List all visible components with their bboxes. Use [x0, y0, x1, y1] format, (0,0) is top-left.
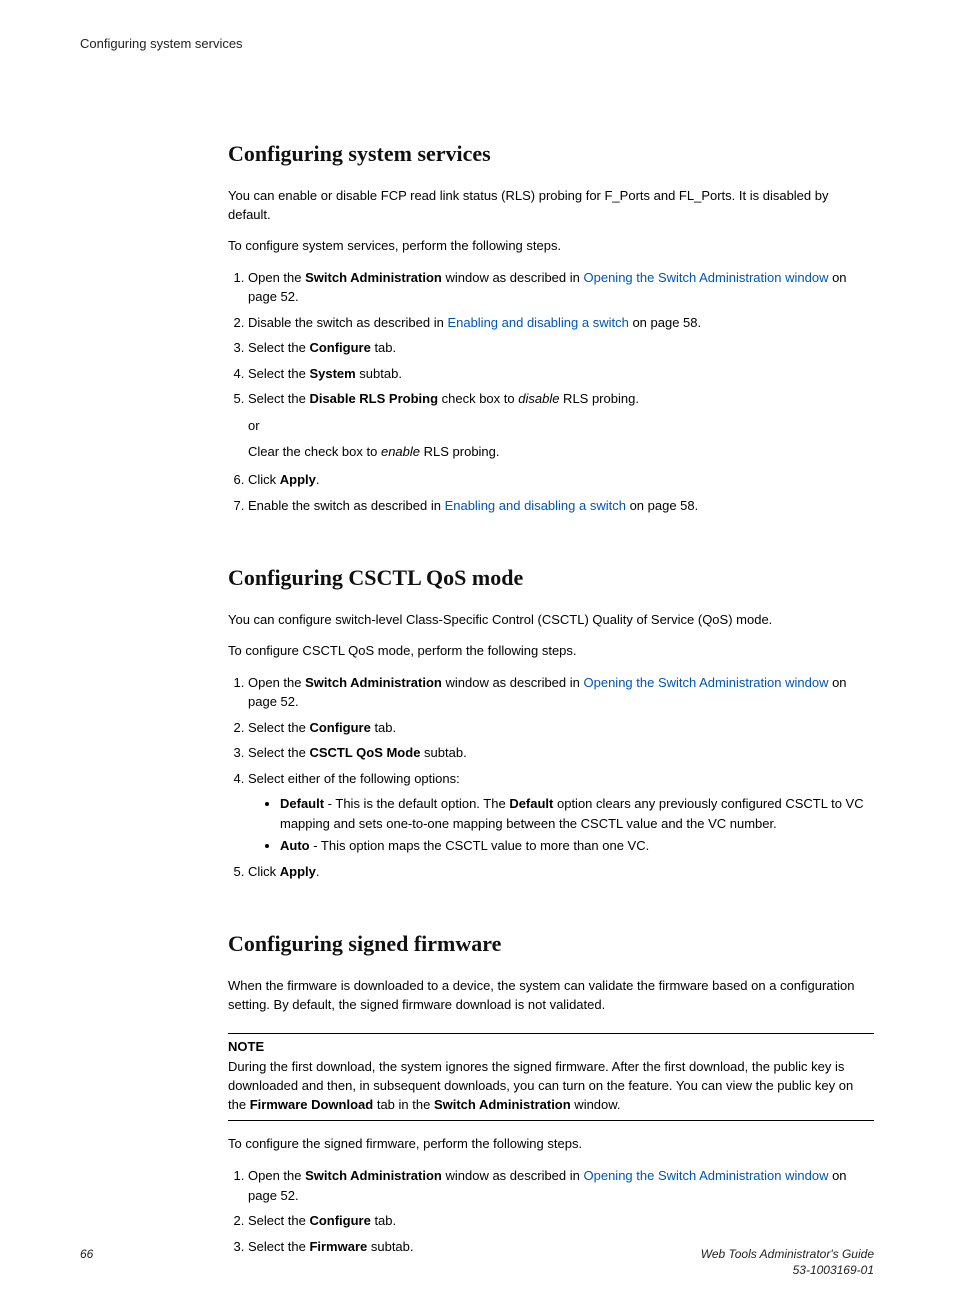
footer-guide: Web Tools Administrator's Guide: [701, 1247, 874, 1261]
para: You can configure switch-level Class-Spe…: [228, 611, 874, 630]
step: Click Apply.: [248, 862, 874, 882]
note-label: NOTE: [228, 1038, 874, 1057]
para: When the firmware is downloaded to a dev…: [228, 977, 874, 1015]
para: To configure the signed firmware, perfor…: [228, 1135, 874, 1154]
steps-list: Open the Switch Administration window as…: [228, 268, 874, 516]
para: To configure CSCTL QoS mode, perform the…: [228, 642, 874, 661]
step: Open the Switch Administration window as…: [248, 268, 874, 307]
step: Enable the switch as described in Enabli…: [248, 496, 874, 516]
link-opening-switch-admin[interactable]: Opening the Switch Administration window: [584, 675, 829, 690]
step: Select either of the following options: …: [248, 769, 874, 856]
para: You can enable or disable FCP read link …: [228, 187, 874, 225]
step-or: or: [248, 417, 874, 436]
step: Click Apply.: [248, 470, 874, 490]
steps-list: Open the Switch Administration window as…: [228, 673, 874, 882]
heading-csctl-qos: Configuring CSCTL QoS mode: [228, 565, 874, 591]
step: Select the Configure tab.: [248, 718, 874, 738]
step: Open the Switch Administration window as…: [248, 1166, 874, 1205]
note-block: NOTE During the first download, the syst…: [228, 1033, 874, 1121]
heading-signed-firmware: Configuring signed firmware: [228, 931, 874, 957]
heading-system-services: Configuring system services: [228, 141, 874, 167]
link-opening-switch-admin[interactable]: Opening the Switch Administration window: [584, 270, 829, 285]
para: To configure system services, perform th…: [228, 237, 874, 256]
steps-list: Open the Switch Administration window as…: [228, 1166, 874, 1256]
step: Open the Switch Administration window as…: [248, 673, 874, 712]
page-number: 66: [80, 1247, 93, 1261]
step-clear: Clear the check box to enable RLS probin…: [248, 443, 874, 462]
step: Disable the switch as described in Enabl…: [248, 313, 874, 333]
footer-docnum: 53-1003169-01: [793, 1263, 874, 1277]
step: Select the Configure tab.: [248, 338, 874, 358]
link-opening-switch-admin[interactable]: Opening the Switch Administration window: [584, 1168, 829, 1183]
link-enabling-disabling-switch[interactable]: Enabling and disabling a switch: [447, 315, 628, 330]
option-auto: Auto - This option maps the CSCTL value …: [280, 836, 874, 856]
step: Select the Configure tab.: [248, 1211, 874, 1231]
step: Select the Disable RLS Probing check box…: [248, 389, 874, 462]
link-enabling-disabling-switch[interactable]: Enabling and disabling a switch: [445, 498, 626, 513]
options-list: Default - This is the default option. Th…: [248, 794, 874, 856]
step: Select the System subtab.: [248, 364, 874, 384]
option-default: Default - This is the default option. Th…: [280, 794, 874, 833]
page-footer: 66 Web Tools Administrator's Guide 53-10…: [80, 1247, 874, 1278]
step: Select the CSCTL QoS Mode subtab.: [248, 743, 874, 763]
running-header: Configuring system services: [80, 36, 874, 51]
